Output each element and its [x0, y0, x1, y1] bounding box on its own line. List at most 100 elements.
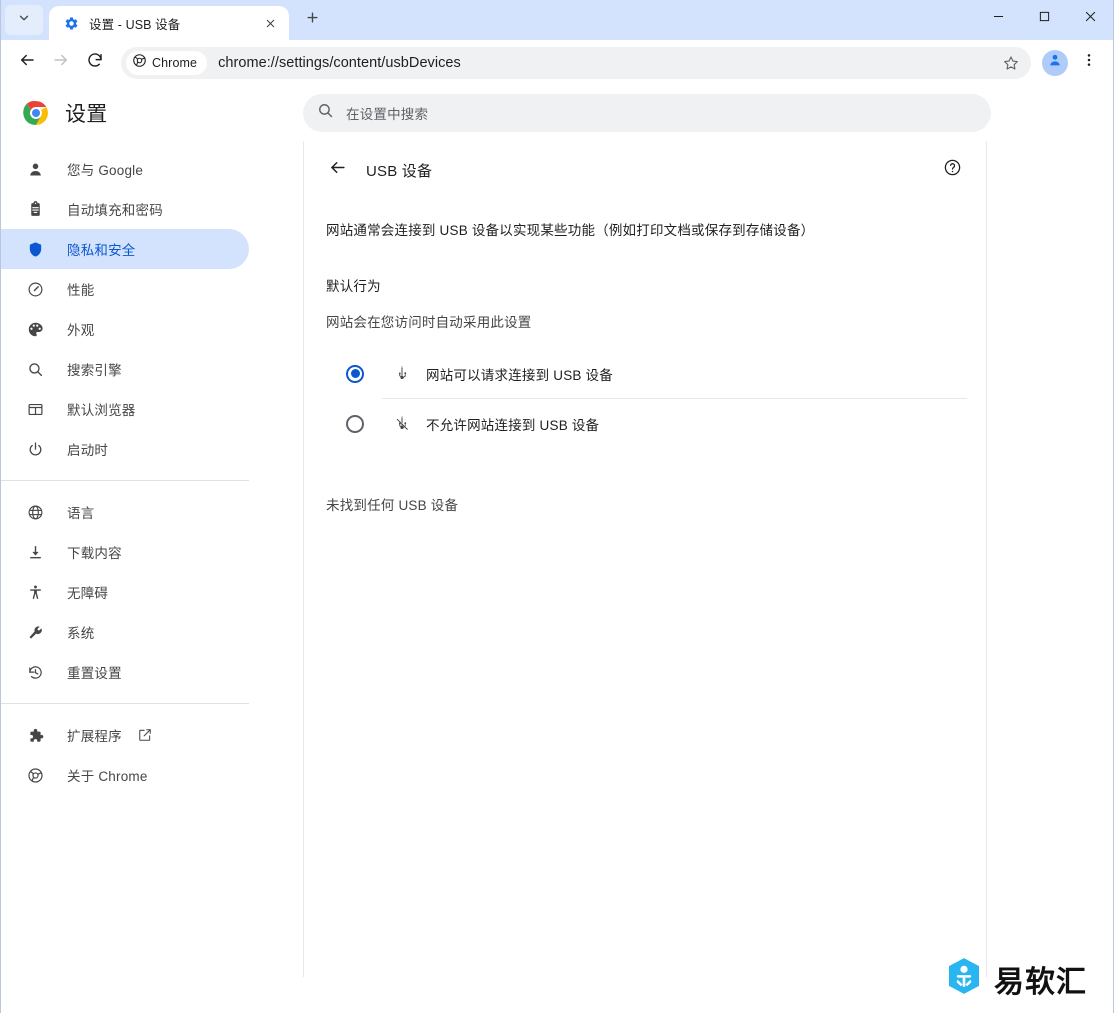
- radio-option-block[interactable]: 不允许网站连接到 USB 设备: [324, 399, 987, 448]
- sidebar-item-label: 重置设置: [67, 666, 122, 681]
- sidebar-item-you-and-google[interactable]: 您与 Google: [1, 149, 249, 189]
- profile-avatar-button[interactable]: [1042, 49, 1068, 76]
- sidebar-item-languages[interactable]: 语言: [1, 492, 249, 532]
- help-circle-icon: [943, 158, 962, 182]
- sidebar-item-label: 启动时: [67, 443, 109, 458]
- window-close-button[interactable]: [1067, 0, 1113, 32]
- back-arrow-icon: [18, 51, 36, 74]
- sidebar-item-privacy-security[interactable]: 隐私和安全: [1, 229, 249, 269]
- settings-gear-icon: [63, 15, 79, 31]
- omnibox-chrome-chip: Chrome: [126, 50, 208, 75]
- browser-menu-button[interactable]: [1073, 47, 1105, 79]
- reload-icon: [86, 51, 104, 74]
- usb-icon: [392, 364, 412, 384]
- accessibility-icon: [25, 582, 45, 602]
- sidebar-item-accessibility[interactable]: 无障碍: [1, 572, 249, 612]
- power-icon: [25, 439, 45, 459]
- sidebar-item-label: 性能: [67, 283, 95, 298]
- usb-permission-radio-group: 网站可以请求连接到 USB 设备 不允许网站连接到 USB 设备: [324, 349, 987, 448]
- three-dot-menu-icon: [1081, 52, 1097, 73]
- tab-close-button[interactable]: [259, 12, 281, 34]
- help-button[interactable]: [937, 155, 967, 185]
- sidebar-item-default-browser[interactable]: 默认浏览器: [1, 389, 249, 429]
- usb-description: 网站通常会连接到 USB 设备以实现某些功能（例如打印文档或保存到存储设备）: [326, 223, 815, 238]
- usb-off-icon: [392, 414, 412, 434]
- chevron-down-icon: [17, 11, 31, 30]
- sidebar-item-extensions[interactable]: 扩展程序: [1, 715, 249, 755]
- sidebar-item-autofill-passwords[interactable]: 自动填充和密码: [1, 189, 249, 229]
- radio-option-label: 不允许网站连接到 USB 设备: [426, 417, 600, 433]
- history-restore-icon: [25, 662, 45, 682]
- forward-arrow-icon: [52, 51, 70, 74]
- usb-empty-state-text: 未找到任何 USB 设备: [326, 498, 459, 513]
- omnibox-url-text: chrome://settings/content/usbDevices: [218, 54, 461, 71]
- tab-title: 设置 - USB 设备: [89, 17, 181, 32]
- back-arrow-icon: [328, 158, 347, 182]
- omnibox[interactable]: Chrome chrome://settings/content/usbDevi…: [121, 46, 1031, 79]
- bookmark-star-button[interactable]: [997, 49, 1025, 77]
- search-icon: [25, 359, 45, 379]
- radio-button-unselected[interactable]: [346, 414, 364, 433]
- radio-button-selected[interactable]: [346, 364, 364, 383]
- plus-icon: [305, 10, 320, 30]
- chrome-logo-icon: [23, 100, 49, 126]
- globe-icon: [25, 502, 45, 522]
- browser-tab-active[interactable]: 设置 - USB 设备: [49, 6, 289, 40]
- page-header: USB 设备: [324, 141, 987, 199]
- download-icon: [25, 542, 45, 562]
- external-link-icon: [138, 728, 153, 743]
- sidebar-item-appearance[interactable]: 外观: [1, 309, 249, 349]
- chrome-outline-icon: [132, 53, 147, 73]
- settings-search-placeholder: 在设置中搜索: [346, 107, 429, 122]
- radio-option-label: 网站可以请求连接到 USB 设备: [426, 367, 613, 383]
- sidebar-divider: [1, 703, 249, 704]
- sidebar-item-on-startup[interactable]: 启动时: [1, 429, 249, 469]
- search-icon: [317, 102, 334, 124]
- settings-search-box[interactable]: 在设置中搜索: [303, 94, 991, 132]
- sidebar-item-reset-settings[interactable]: 重置设置: [1, 652, 249, 692]
- person-icon: [25, 159, 45, 179]
- speedometer-icon: [25, 279, 45, 299]
- usb-devices-page: USB 设备 网站通常会连接到 USB 设备以实现某些功能（例如打印文档或保存到…: [304, 141, 987, 514]
- sidebar-item-label: 自动填充和密码: [67, 203, 163, 218]
- sidebar-item-label: 隐私和安全: [67, 243, 136, 258]
- sidebar-item-label: 系统: [67, 626, 95, 641]
- profile-avatar-icon: [1047, 52, 1063, 73]
- settings-page-title: 设置: [65, 103, 108, 126]
- page-back-button[interactable]: [321, 154, 353, 186]
- sidebar-item-label: 无障碍: [67, 586, 109, 601]
- sidebar-item-label: 扩展程序: [67, 729, 122, 744]
- default-behavior-sublabel: 网站会在您访问时自动采用此设置: [326, 315, 532, 330]
- tab-search-button[interactable]: [5, 5, 43, 35]
- sidebar-item-label: 关于 Chrome: [67, 769, 148, 784]
- nav-back-button[interactable]: [11, 47, 43, 79]
- settings-body: 您与 Google 自动填充和密码 隐私和安全 性能 外观 搜索引擎 默认浏览器…: [1, 141, 1113, 977]
- sidebar-item-search-engine[interactable]: 搜索引擎: [1, 349, 249, 389]
- sidebar-item-label: 默认浏览器: [67, 403, 136, 418]
- sidebar-item-downloads[interactable]: 下载内容: [1, 532, 249, 572]
- sidebar-item-performance[interactable]: 性能: [1, 269, 249, 309]
- shield-icon: [25, 239, 45, 259]
- radio-option-ask[interactable]: 网站可以请求连接到 USB 设备: [324, 349, 987, 398]
- page-title: USB 设备: [366, 162, 433, 180]
- sidebar-item-system[interactable]: 系统: [1, 612, 249, 652]
- window-minimize-button[interactable]: [975, 0, 1021, 32]
- settings-sidebar: 您与 Google 自动填充和密码 隐私和安全 性能 外观 搜索引擎 默认浏览器…: [1, 141, 304, 977]
- settings-header: 设置 在设置中搜索: [1, 85, 1113, 141]
- clipboard-icon: [25, 199, 45, 219]
- window-controls: [975, 0, 1113, 40]
- sidebar-item-label: 搜索引擎: [67, 363, 122, 378]
- tab-strip: 设置 - USB 设备: [1, 0, 1113, 40]
- palette-icon: [25, 319, 45, 339]
- settings-main-content: USB 设备 网站通常会连接到 USB 设备以实现某些功能（例如打印文档或保存到…: [304, 141, 1113, 977]
- nav-reload-button[interactable]: [79, 47, 111, 79]
- puzzle-icon: [25, 725, 45, 745]
- browser-toolbar: Chrome chrome://settings/content/usbDevi…: [1, 40, 1113, 85]
- nav-forward-button[interactable]: [45, 47, 77, 79]
- sidebar-item-about-chrome[interactable]: 关于 Chrome: [1, 755, 249, 795]
- sidebar-item-label: 语言: [67, 506, 95, 521]
- default-behavior-label: 默认行为: [326, 279, 381, 294]
- new-tab-button[interactable]: [297, 5, 327, 35]
- window-maximize-button[interactable]: [1021, 0, 1067, 32]
- chrome-outline-icon: [25, 765, 45, 785]
